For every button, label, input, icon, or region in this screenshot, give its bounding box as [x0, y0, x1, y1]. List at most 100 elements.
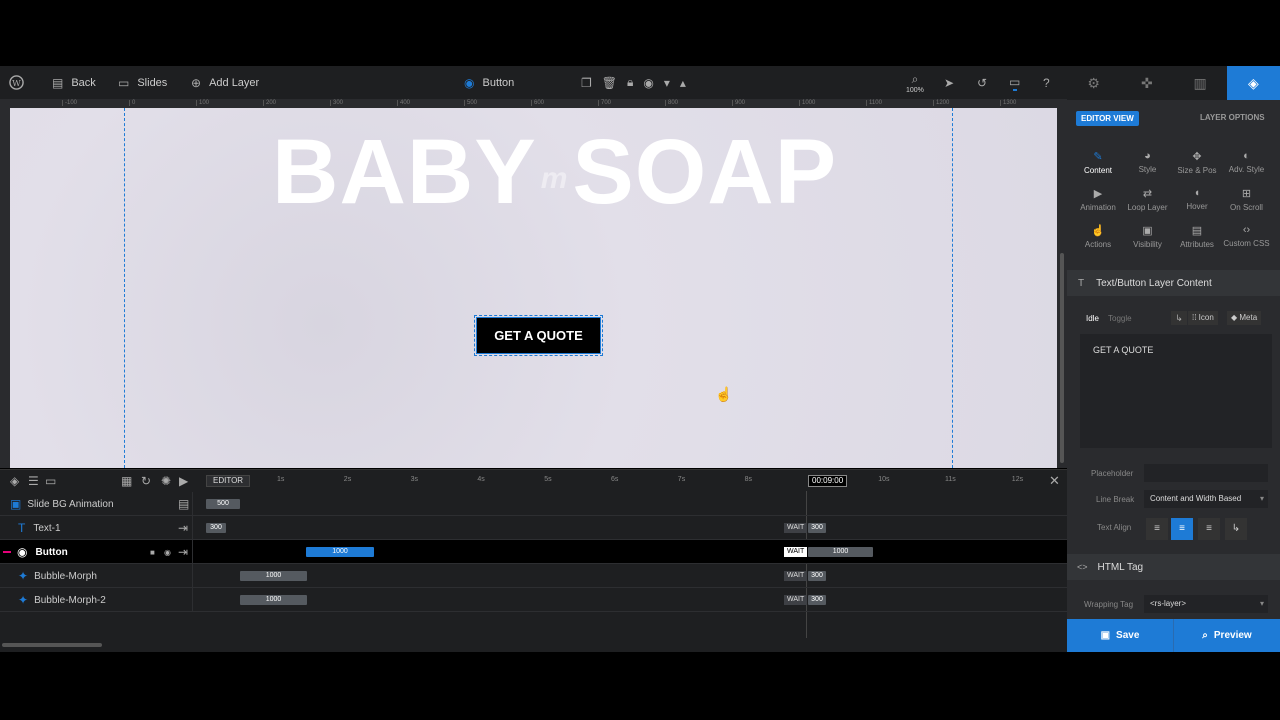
html-tag-section-header[interactable]: <> HTML Tag — [1067, 554, 1280, 580]
selected-layer-label: Button — [482, 76, 515, 89]
zoom-control[interactable]: ⌕ 100% — [906, 66, 924, 99]
chevron-up-icon[interactable]: ▴ — [680, 76, 686, 90]
placeholder-input[interactable] — [1144, 464, 1268, 482]
option-visibility[interactable]: ▣ Visibility — [1122, 224, 1174, 249]
option-adv-style[interactable]: ◐ Adv. Style — [1221, 150, 1273, 174]
desktop-view-icon[interactable]: ▭ — [1009, 66, 1020, 99]
timeline-bar[interactable]: 300 — [206, 523, 226, 533]
slides-icon: ▭ — [118, 75, 130, 90]
option-content[interactable]: ✎ Content — [1072, 150, 1124, 175]
timeline-bar[interactable]: 1000 — [306, 547, 374, 557]
search-icon: ⌕ — [1202, 630, 1208, 641]
timeline-row-button[interactable]: ◉ Button ■ ◉ ⇥ 1000 WAIT 1000 — [0, 540, 1067, 564]
layout-guide-right — [952, 108, 953, 468]
line-break-label: Line Break — [1096, 495, 1135, 504]
text-align-label: Text Align — [1097, 523, 1132, 532]
align-center-icon[interactable]: ≡ — [1171, 518, 1193, 540]
end-bar[interactable]: 1000 — [808, 547, 873, 557]
wordpress-logo-icon[interactable]: W — [9, 66, 24, 99]
option-hover[interactable]: ◖ Hover — [1171, 187, 1223, 211]
icon-button[interactable]: ⁞⁞ Icon — [1188, 311, 1218, 325]
end-bar[interactable]: 300 — [808, 571, 826, 581]
preview-button[interactable]: ⌕ Preview — [1173, 619, 1280, 652]
undo-icon[interactable]: ↺ — [977, 66, 987, 99]
row-label: Button — [35, 546, 68, 558]
align-right-icon[interactable]: ≡ — [1198, 518, 1220, 540]
timeline-bar[interactable]: 1000 — [240, 595, 307, 605]
chevron-down-icon[interactable]: ▾ — [664, 76, 670, 90]
option-animation[interactable]: ▶ Animation — [1072, 187, 1124, 212]
lock-icon[interactable]: ■ — [150, 548, 155, 557]
idle-tab[interactable]: Idle — [1086, 314, 1099, 323]
line-break-select[interactable]: Content and Width Based ▾ — [1144, 490, 1268, 508]
line-break-icon[interactable]: ↳ — [1171, 311, 1187, 325]
option-loop-layer[interactable]: ⇄ Loop Layer — [1122, 187, 1174, 212]
trash-icon[interactable]: 🗑 — [602, 76, 617, 90]
duplicate-icon[interactable]: ❐ — [581, 76, 592, 90]
title-text-layer[interactable]: BABY mSOAP — [272, 122, 837, 229]
save-button[interactable]: ▣ Save — [1067, 619, 1173, 652]
timeline-bar[interactable]: 1000 — [240, 571, 307, 581]
timeline-row-bubble-morph-2[interactable]: ✦ Bubble-Morph-2 1000 WAIT 300 — [0, 588, 1067, 612]
get-a-quote-button-layer[interactable]: GET A QUOTE — [474, 315, 603, 356]
timeline-toolbar: ◈ ☰ ▭ ▦ ↻ ✺ ▶ EDITOR 1s 2s 3s 4s 5s 6s 7s 8s 10s… — [0, 469, 1067, 491]
hand-icon: ☝ — [1091, 225, 1105, 237]
option-custom-css[interactable]: ‹› Custom CSS — [1221, 224, 1273, 248]
grid-icon[interactable]: ▦ — [121, 474, 132, 488]
eye-icon[interactable]: ◉ — [643, 76, 653, 90]
editor-view-badge[interactable]: EDITOR VIEW — [1076, 111, 1139, 126]
selected-layer[interactable]: ◉ Button — [464, 66, 514, 99]
slides-label: Slides — [137, 76, 168, 89]
layers-icon[interactable]: ◈ — [10, 474, 19, 488]
code-icon: <> — [1077, 562, 1088, 572]
meta-button[interactable]: ◆ Meta — [1227, 311, 1262, 325]
gear-icon[interactable]: ⚙ — [1067, 66, 1120, 100]
gallery-icon[interactable]: ▤ — [178, 497, 189, 511]
loop-icon: ⇄ — [1142, 188, 1153, 200]
pin-icon[interactable]: ⇥ — [178, 545, 188, 559]
option-on-scroll[interactable]: ⊞ On Scroll — [1221, 187, 1273, 212]
align-auto-icon[interactable]: ↳ — [1225, 518, 1247, 540]
grid-icon: ⁞⁞ — [1192, 313, 1199, 322]
eye-icon[interactable]: ◉ — [164, 548, 171, 557]
content-section-title: Text/Button Layer Content — [1096, 277, 1212, 289]
toggle-tab[interactable]: Toggle — [1108, 314, 1132, 323]
end-bar[interactable]: 300 — [808, 595, 826, 605]
lock-icon[interactable]: 🔒︎ — [627, 75, 633, 90]
close-icon[interactable]: ✕ — [1049, 473, 1060, 489]
cursor-tool-icon[interactable]: ➤ — [944, 66, 954, 99]
option-size-pos[interactable]: ✥ Size & Pos — [1171, 150, 1223, 175]
refresh-icon[interactable]: ↻ — [141, 474, 151, 488]
folder-icon[interactable]: ▭ — [45, 474, 56, 488]
layout-icon[interactable]: ▥ — [1174, 66, 1227, 100]
option-actions[interactable]: ☝ Actions — [1072, 224, 1124, 249]
list-view-icon[interactable]: ☰ — [28, 474, 39, 488]
add-layer-button[interactable]: ⊕ Add Layer — [191, 66, 259, 99]
play-icon[interactable]: ▶ — [179, 474, 188, 488]
content-section-header[interactable]: T Text/Button Layer Content — [1067, 270, 1280, 296]
slides-button[interactable]: ▭ Slides — [118, 66, 167, 99]
timeline-scrollbar[interactable] — [2, 643, 102, 647]
timeline-row-slide-bg[interactable]: ▣ Slide BG Animation ▤ 500 — [0, 492, 1067, 516]
timeline-row-text-1[interactable]: T Text-1 ⇥ 300 WAIT 300 — [0, 516, 1067, 540]
canvas-scrollbar[interactable] — [1057, 108, 1067, 468]
slide-canvas[interactable]: BABY mSOAP GET A QUOTE ☝ — [10, 108, 1057, 468]
current-time[interactable]: 00:09:00 — [808, 475, 848, 487]
option-attributes[interactable]: ▤ Attributes — [1171, 224, 1223, 249]
timeline-bar[interactable]: 500 — [206, 499, 240, 509]
align-left-icon[interactable]: ≡ — [1146, 518, 1168, 540]
layer-text-input[interactable]: GET A QUOTE — [1080, 334, 1272, 448]
wrapping-tag-select[interactable]: <rs-layer> ▾ — [1144, 595, 1268, 613]
wrapping-tag-label: Wrapping Tag — [1084, 600, 1134, 609]
pin-icon[interactable]: ⇥ — [178, 521, 188, 535]
end-bar[interactable]: 300 — [808, 523, 826, 533]
layers-icon[interactable]: ◈ — [1226, 66, 1280, 100]
editor-time-label[interactable]: EDITOR — [206, 475, 251, 487]
navigation-icon[interactable]: ✜ — [1120, 66, 1173, 100]
back-button[interactable]: ▤ Back — [52, 66, 96, 99]
settings-icon[interactable]: ✺ — [161, 474, 171, 488]
timeline-row-bubble-morph[interactable]: ✦ Bubble-Morph 1000 WAIT 300 — [0, 564, 1067, 588]
text-icon: T — [1078, 277, 1085, 289]
help-icon[interactable]: ? — [1043, 66, 1050, 99]
option-style[interactable]: ◕ Style — [1122, 150, 1174, 174]
